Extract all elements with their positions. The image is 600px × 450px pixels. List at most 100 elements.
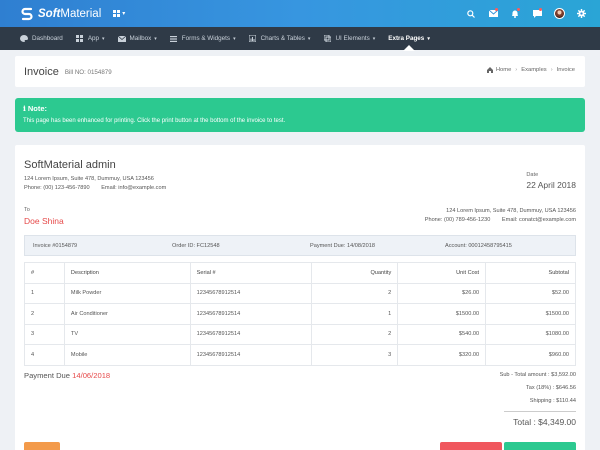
item-quantity: 3 bbox=[311, 344, 399, 366]
column-header: Serial # bbox=[189, 262, 313, 284]
nav-charts-tables[interactable]: Charts & Tables ▾ bbox=[249, 27, 311, 50]
chevron-down-icon: ▾ bbox=[233, 35, 236, 42]
item-quantity: 2 bbox=[311, 323, 399, 345]
chat-button[interactable] bbox=[526, 0, 548, 27]
chevron-down-icon: ▾ bbox=[154, 35, 157, 42]
chart-icon bbox=[249, 35, 257, 43]
invoice-date: 22 April 2018 bbox=[526, 180, 576, 190]
messages-button[interactable] bbox=[482, 0, 504, 27]
item-subtotal: $1080.00 bbox=[485, 323, 576, 345]
note-text: This page has been enhanced for printing… bbox=[23, 118, 286, 124]
breadcrumb-examples[interactable]: Examples bbox=[521, 67, 546, 73]
column-header: Quantity bbox=[311, 262, 399, 284]
company-block: SoftMaterial admin 124 Lorem Ipsum, Suit… bbox=[24, 159, 166, 192]
gear-icon bbox=[576, 9, 586, 18]
company-contact: Phone: (00) 123-456-7890 Email: info@exa… bbox=[24, 184, 166, 193]
chat-dot bbox=[539, 8, 542, 11]
chevron-down-icon: ▾ bbox=[307, 35, 311, 42]
nav-label: Mailbox bbox=[129, 35, 152, 42]
account-number: Account: 00012458795415 bbox=[445, 242, 512, 249]
nav-label: Dashboard bbox=[32, 35, 63, 42]
column-header: Subtotal bbox=[485, 262, 576, 284]
item-description: Milk Powder bbox=[63, 282, 191, 304]
apps-menu-button[interactable]: ▾ bbox=[113, 10, 125, 17]
bill-number: Bill NO: 0154879 bbox=[64, 69, 112, 76]
total-amount: Total : $4,349.00 bbox=[513, 417, 576, 427]
nav-label: Extra Pages bbox=[388, 35, 425, 42]
item-number: 2 bbox=[24, 303, 65, 325]
grid-icon bbox=[76, 35, 84, 43]
logo-icon bbox=[21, 7, 33, 21]
recipient-name: Doe Shina bbox=[24, 216, 64, 226]
palette-icon bbox=[20, 35, 28, 43]
to-label: To bbox=[24, 207, 30, 213]
shipping-amount: Shipping : $110.44 bbox=[529, 398, 576, 404]
item-number: 1 bbox=[24, 282, 65, 304]
chevron-down-icon: ▾ bbox=[427, 35, 430, 42]
item-number: 3 bbox=[24, 323, 65, 345]
cancel-button[interactable] bbox=[440, 442, 502, 450]
item-subtotal: $1500.00 bbox=[485, 303, 576, 325]
print-note: i Note: This page has been enhanced for … bbox=[15, 98, 585, 132]
company-email: Email: info@example.com bbox=[101, 184, 167, 191]
invoice-info-strip: Invoice #0154879 Order ID: FC12548 Payme… bbox=[24, 235, 576, 256]
submit-payment-button[interactable] bbox=[504, 442, 576, 450]
chevron-down-icon: ▾ bbox=[372, 35, 376, 42]
notifications-button[interactable] bbox=[504, 0, 526, 27]
table-row: 4 Mobile 12345678912514 3 $320.00 $960.0… bbox=[24, 344, 576, 366]
brand-name-rest: Material bbox=[60, 7, 102, 20]
payment-due: Payment Due 14/06/2018 bbox=[24, 371, 110, 380]
avatar bbox=[553, 8, 565, 19]
search-icon bbox=[467, 9, 475, 18]
nav-extra-pages[interactable]: Extra Pages ▾ bbox=[388, 27, 430, 51]
layers-icon bbox=[323, 35, 331, 43]
nav-forms-widgets[interactable]: Forms & Widgets ▾ bbox=[170, 27, 236, 50]
main-nav: Dashboard App ▾ Mailbox ▾ Forms & Widget… bbox=[0, 27, 600, 51]
brand-logo[interactable]: SoftMaterial bbox=[21, 7, 101, 21]
nav-app[interactable]: App ▾ bbox=[76, 27, 105, 50]
settings-button[interactable] bbox=[570, 0, 592, 27]
chevron-right-icon: › bbox=[550, 67, 553, 73]
nav-ui-elements[interactable]: UI Elements ▾ bbox=[323, 27, 375, 50]
column-header: # bbox=[24, 262, 65, 284]
top-bar: SoftMaterial ▾ bbox=[0, 0, 600, 27]
chevron-down-icon: ▾ bbox=[102, 35, 105, 42]
recipient-address-block: 124 Lorem Ipsum, Suite 478, Dummuy, USA … bbox=[425, 207, 576, 224]
company-name: SoftMaterial admin bbox=[24, 159, 116, 171]
table-row: 1 Milk Powder 12345678912514 2 $26.00 $5… bbox=[24, 282, 576, 304]
payment-due-label: Payment Due bbox=[24, 371, 71, 380]
item-description: TV bbox=[63, 323, 191, 345]
item-unit-cost: $540.00 bbox=[397, 323, 487, 345]
item-subtotal: $960.00 bbox=[485, 344, 576, 366]
item-subtotal: $52.00 bbox=[485, 282, 576, 304]
home-icon bbox=[486, 67, 493, 73]
recipient-block: To Doe Shina bbox=[24, 207, 64, 226]
nav-label: Forms & Widgets bbox=[181, 35, 231, 42]
item-unit-cost: $320.00 bbox=[397, 344, 487, 366]
recipient-contact: Phone: (00) 789-456-1230 Email: conatct@… bbox=[425, 216, 576, 225]
user-menu[interactable] bbox=[548, 0, 570, 27]
table-header-row: # Description Serial # Quantity Unit Cos… bbox=[24, 262, 576, 284]
print-button[interactable] bbox=[24, 442, 60, 450]
page-header: Invoice Bill NO: 0154879 Home › Examples… bbox=[15, 56, 585, 87]
recipient-email: Email: conatct@example.com bbox=[501, 216, 576, 223]
table-row: 2 Air Conditioner 12345678912514 1 $1500… bbox=[24, 303, 576, 325]
invoice-card: SoftMaterial admin 124 Lorem Ipsum, Suit… bbox=[15, 145, 585, 450]
breadcrumb-home[interactable]: Home bbox=[496, 67, 511, 73]
item-unit-cost: $1500.00 bbox=[397, 303, 487, 325]
item-description: Air Conditioner bbox=[63, 303, 191, 325]
company-address: 124 Lorem Ipsum, Suite 478, Dummuy, USA … bbox=[24, 176, 154, 182]
chevron-down-icon: ▾ bbox=[122, 11, 126, 17]
brand-name-bold: Soft bbox=[38, 7, 61, 20]
item-number: 4 bbox=[24, 344, 65, 366]
nav-mailbox[interactable]: Mailbox ▾ bbox=[117, 27, 157, 50]
search-button[interactable] bbox=[460, 0, 482, 27]
table-row: 3 TV 12345678912514 2 $540.00 $1080.00 bbox=[24, 323, 576, 345]
nav-dashboard[interactable]: Dashboard bbox=[20, 27, 63, 50]
recipient-address: 124 Lorem Ipsum, Suite 478, Dummuy, USA … bbox=[446, 208, 576, 214]
subtotal-amount: Sub - Total amount : $3,592.00 bbox=[499, 372, 576, 378]
unread-dot bbox=[495, 8, 498, 11]
divider bbox=[504, 411, 576, 412]
breadcrumb: Home › Examples › Invoice bbox=[486, 67, 575, 73]
notification-dot bbox=[517, 8, 520, 11]
